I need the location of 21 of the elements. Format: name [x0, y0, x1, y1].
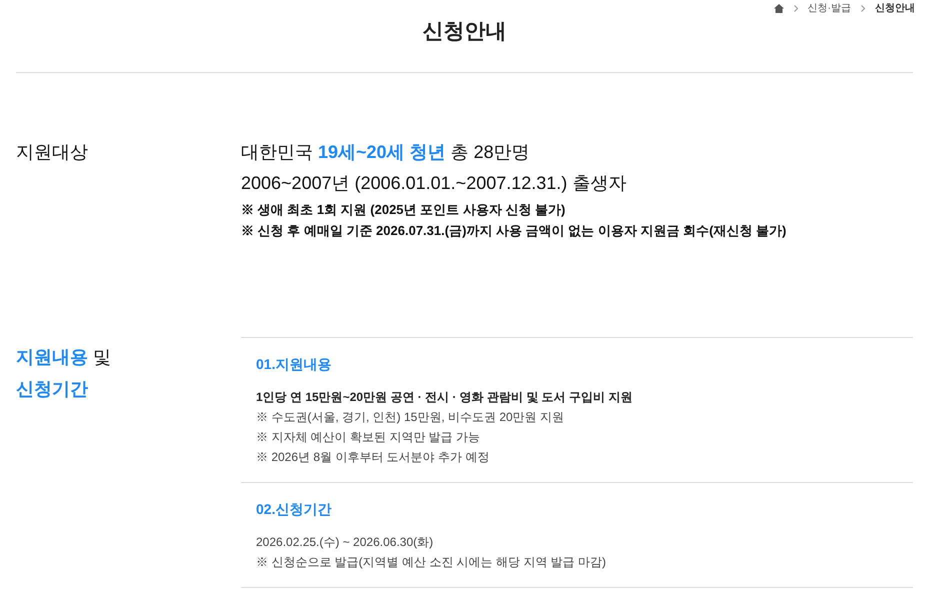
section-label: 지원대상	[16, 140, 89, 164]
note-text: ※ 생애 최초 1회 지원 (2025년 포인트 사용자 신청 불가)	[241, 200, 566, 219]
section-label: 신청기간	[16, 378, 89, 400]
body-text: 2026.02.25.(수) ~ 2026.06.30(화)	[256, 534, 434, 550]
subsection-heading: 01.지원내용	[256, 354, 332, 374]
body-text: ※ 2026년 8월 이후부터 도서분야 추가 예정	[256, 448, 490, 466]
note-text: ※ 신청 후 예매일 기준 2026.07.31.(금)까지 사용 금액이 없는 이용자 지원금 회수(재신청 불가)	[241, 222, 786, 240]
body-text: ※ 수도권(서울, 경기, 인천) 15만원, 비수도권 20만원 지원	[256, 408, 566, 426]
chevron-icon	[794, 5, 798, 12]
breadcrumb-link[interactable]: 신청안내	[875, 1, 915, 16]
body-text: ※ 지자체 예산이 확보된 지역만 발급 가능	[256, 428, 482, 446]
chevron-icon	[861, 5, 865, 12]
lead-text: 대한민국 19세~20세 청년 총 28만명	[241, 140, 531, 164]
home-icon[interactable]	[774, 4, 784, 13]
page-title: 신청안내	[422, 19, 506, 45]
body-text: ※ 신청순으로 발급(지역별 예산 소진 시에는 해당 지역 발급 마감)	[256, 554, 607, 570]
body-text: 1인당 연 15만원~20만원 공연 · 전시 · 영화 관람비 및 도서 구입비 지원	[256, 388, 634, 406]
section-label: 지원내용 및	[16, 346, 112, 368]
subsection-heading: 02.신청기간	[256, 500, 332, 518]
breadcrumb-link[interactable]: 신청·발급	[808, 1, 851, 16]
lead-text: 2006~2007년 (2006.01.01.~2007.12.31.) 출생자	[241, 172, 628, 195]
